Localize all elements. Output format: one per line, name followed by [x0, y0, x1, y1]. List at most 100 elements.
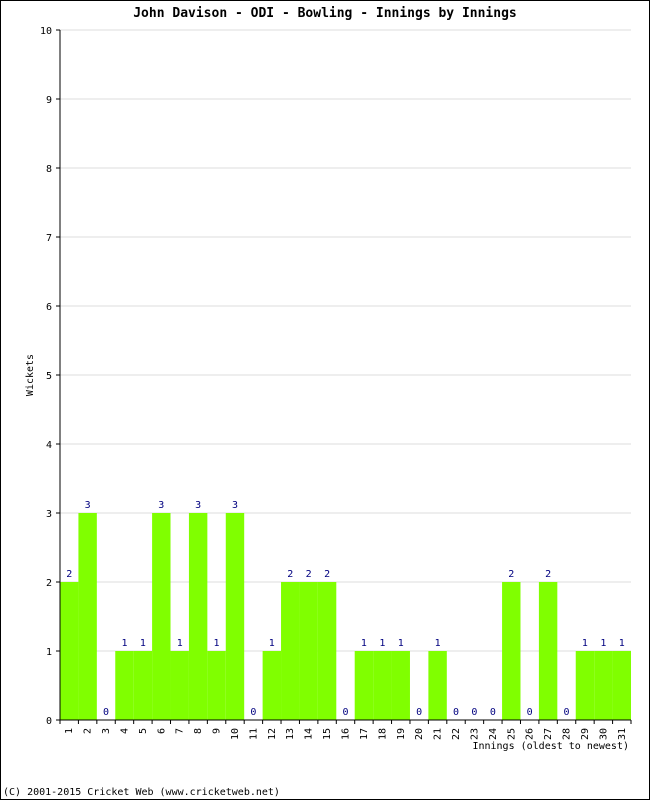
- x-tick-label: 11: [248, 728, 259, 740]
- x-tick-label: 4: [119, 728, 130, 734]
- data-label: 3: [232, 500, 238, 511]
- bar: [78, 513, 97, 720]
- y-tick-label: 8: [46, 164, 52, 175]
- bar: [225, 513, 245, 720]
- x-tick-label: 29: [580, 728, 591, 740]
- x-tick-label: 30: [598, 728, 609, 740]
- bar: [281, 582, 300, 720]
- chart: John Davison - ODI - Bowling - Innings b…: [3, 6, 632, 798]
- y-tick-label: 10: [40, 26, 52, 37]
- data-label: 0: [490, 707, 496, 718]
- y-tick-labels: 0 1 2 3 4 5 6 7 8 9 10: [40, 26, 52, 727]
- x-tick-label: 13: [285, 728, 296, 740]
- bar: [262, 651, 282, 720]
- x-tick-label: 23: [469, 728, 480, 740]
- x-tick-label: 27: [543, 728, 554, 740]
- data-label: 1: [398, 638, 404, 649]
- bar: [188, 513, 208, 720]
- x-tick-label: 26: [525, 728, 536, 740]
- data-label: 0: [416, 707, 422, 718]
- bar: [594, 651, 613, 720]
- y-tick-label: 9: [46, 95, 52, 106]
- data-label: 1: [214, 638, 220, 649]
- data-label: 2: [306, 569, 312, 580]
- x-tick-label: 12: [267, 728, 278, 740]
- x-tick-label: 15: [322, 728, 333, 740]
- y-tick-label: 0: [46, 716, 52, 727]
- x-tick-label: 21: [433, 728, 444, 740]
- bar: [299, 582, 318, 720]
- bar: [115, 651, 134, 720]
- data-label: 1: [361, 638, 367, 649]
- data-label: 2: [287, 569, 293, 580]
- x-tick-label: 18: [377, 728, 388, 740]
- x-tick-label: 31: [617, 728, 628, 740]
- data-label: 0: [564, 707, 570, 718]
- data-label: 0: [250, 707, 256, 718]
- bar: [575, 651, 595, 720]
- data-label: 1: [600, 638, 606, 649]
- bar: [152, 513, 171, 720]
- y-axis-label: Wickets: [25, 354, 36, 396]
- data-label: 2: [508, 569, 514, 580]
- bar: [612, 651, 631, 720]
- bar: [207, 651, 226, 720]
- bars: [60, 513, 631, 720]
- x-tick-label: 10: [230, 728, 241, 740]
- copyright-footer: (C) 2001-2015 Cricket Web (www.cricketwe…: [3, 787, 280, 798]
- x-tick-label: 17: [359, 728, 370, 740]
- bar: [391, 651, 410, 720]
- bar: [133, 651, 153, 720]
- x-tick-label: 5: [138, 728, 149, 734]
- data-label: 0: [103, 707, 109, 718]
- bar: [317, 582, 337, 720]
- x-tick-label: 25: [506, 728, 517, 740]
- data-label: 0: [527, 707, 533, 718]
- bar: [373, 651, 392, 720]
- y-tick-label: 5: [46, 371, 52, 382]
- data-label: 1: [379, 638, 385, 649]
- bar: [354, 651, 374, 720]
- y-tick-label: 6: [46, 302, 52, 313]
- x-tick-labels: 1 2 3 4 5 6 7 8 9 10 11 12 13 14 15 16 17 18 19 20 21 22 23 24 2…: [64, 728, 628, 740]
- y-tick-label: 3: [46, 509, 52, 520]
- data-label: 0: [471, 707, 477, 718]
- y-tick-label: 2: [46, 578, 52, 589]
- data-label: 0: [342, 707, 348, 718]
- data-label: 2: [66, 569, 72, 580]
- x-tick-label: 28: [562, 728, 573, 740]
- x-tick-label: 20: [414, 728, 425, 740]
- data-label: 3: [85, 500, 91, 511]
- gridlines: [60, 29, 631, 652]
- data-label: 0: [453, 707, 459, 718]
- data-label: 1: [582, 638, 588, 649]
- x-tick-label: 16: [341, 728, 352, 740]
- data-label: 1: [269, 638, 275, 649]
- data-label: 2: [324, 569, 330, 580]
- data-label: 1: [619, 638, 625, 649]
- bar: [502, 582, 521, 720]
- x-tick-label: 22: [451, 728, 462, 740]
- x-tick-label: 19: [396, 728, 407, 740]
- bar: [60, 582, 79, 720]
- bar: [538, 582, 558, 720]
- data-label: 3: [195, 500, 201, 511]
- bar: [170, 651, 189, 720]
- y-tick-label: 7: [46, 233, 52, 244]
- x-tick-label: 3: [101, 728, 112, 734]
- y-tick-label: 4: [46, 440, 52, 451]
- x-tick-label: 8: [193, 728, 204, 734]
- chart-title: John Davison - ODI - Bowling - Innings b…: [133, 6, 517, 21]
- data-label: 1: [121, 638, 127, 649]
- x-tick-label: 9: [212, 728, 223, 734]
- x-tick-label: 2: [83, 728, 94, 734]
- data-label: 2: [545, 569, 551, 580]
- data-label: 3: [158, 500, 164, 511]
- x-axis-label: Innings (oldest to newest): [472, 741, 629, 752]
- y-tick-label: 1: [46, 647, 52, 658]
- x-tick-label: 24: [488, 728, 499, 740]
- x-tick-label: 6: [156, 728, 167, 734]
- data-label: 1: [435, 638, 441, 649]
- bar: [428, 651, 447, 720]
- x-tick-label: 1: [64, 728, 75, 734]
